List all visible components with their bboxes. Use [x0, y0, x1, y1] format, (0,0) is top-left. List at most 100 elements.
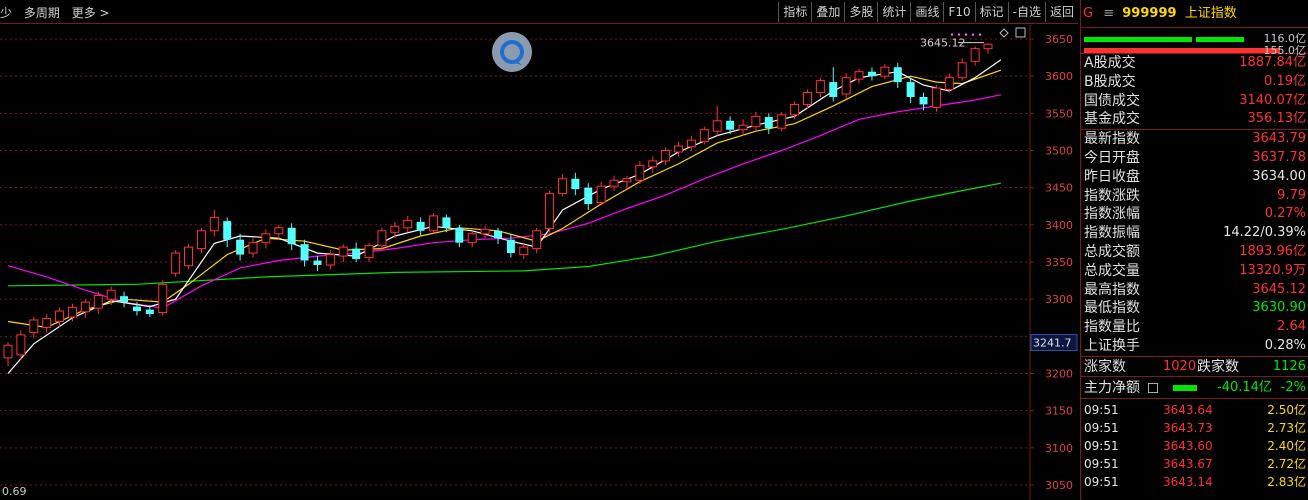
- chat-bubble-icon[interactable]: [492, 32, 532, 72]
- axis-label: 3550: [1045, 107, 1073, 120]
- tick-list: 09:51 3643.64 2.50亿 09:51 3643.73 2.73亿 09:5…: [1081, 397, 1308, 491]
- candle-body-up: [325, 254, 335, 266]
- signal-dot: [978, 33, 982, 36]
- candle-body-up: [158, 283, 168, 314]
- info-label: 总成交量: [1084, 262, 1140, 279]
- indicator-button[interactable]: 指标: [778, 2, 811, 22]
- f10-button[interactable]: F10: [943, 2, 974, 22]
- info-row: A股成交 1887.84亿: [1081, 54, 1308, 73]
- info-label: 国债成交: [1084, 92, 1140, 109]
- info-value: 3140.07亿: [1239, 92, 1306, 108]
- list-icon[interactable]: [1148, 382, 1158, 393]
- candle-body-up: [622, 178, 632, 183]
- up-count-label: 涨家数: [1084, 358, 1126, 375]
- axis-label: 3450: [1045, 182, 1073, 195]
- info-value: 13320.9万: [1239, 262, 1306, 278]
- info-value: 3637.78: [1252, 149, 1306, 165]
- tick-price: 3643.14: [1163, 474, 1213, 489]
- multi-stock-button[interactable]: 多股: [844, 2, 877, 22]
- toolbar-item-multi-period[interactable]: 多周期: [24, 6, 60, 20]
- tick-price: 3643.73: [1163, 420, 1213, 435]
- info-row: 总成交量 13320.9万: [1081, 262, 1308, 281]
- info-row: 最低指数 3630.90: [1081, 299, 1308, 318]
- candle-body-up: [390, 225, 400, 233]
- tick-price: 3643.60: [1163, 438, 1213, 453]
- candle-body-up: [686, 139, 696, 148]
- toolbar-item-more[interactable]: 更多 >: [72, 6, 110, 20]
- toolbar-item-less[interactable]: 少: [0, 6, 12, 20]
- candle-body-up: [557, 178, 567, 195]
- sell-volume-bar: [1084, 48, 1280, 53]
- candle-body-up: [55, 310, 65, 322]
- candle-body-up: [970, 48, 980, 62]
- tick-row: 09:51 3643.60 2.40亿: [1081, 437, 1308, 455]
- window-icon[interactable]: [1015, 27, 1026, 38]
- candle-body-down: [506, 239, 515, 254]
- candle-body-down: [223, 221, 232, 240]
- candle-body-up: [467, 233, 477, 244]
- toolbar-left: 少 多周期 更多 >: [0, 4, 118, 21]
- remove-watchlist-button[interactable]: -自选: [1007, 2, 1045, 22]
- ma5-line: [7, 59, 1002, 374]
- axis-label: 3300: [1045, 293, 1073, 306]
- candle-body-up: [661, 150, 671, 162]
- candle-body-down: [416, 221, 425, 231]
- diamond-icon[interactable]: [999, 28, 1009, 38]
- axis-label: 3200: [1045, 368, 1073, 381]
- axis-label: 3650: [1045, 33, 1073, 46]
- candle-body-up: [777, 114, 787, 129]
- candle-body-up: [93, 294, 103, 309]
- candle-body-up: [790, 103, 800, 116]
- candle-body-up: [699, 129, 709, 143]
- signal-dot: [950, 33, 954, 36]
- tick-time: 09:51: [1084, 474, 1119, 489]
- candle-body-down: [726, 120, 735, 130]
- menu-icon[interactable]: ≡: [1103, 6, 1114, 21]
- market-flag: G: [1083, 6, 1094, 21]
- down-count: 1126: [1272, 358, 1306, 374]
- info-value: 356.13亿: [1247, 111, 1307, 127]
- info-label: 最新指数: [1084, 131, 1140, 148]
- candle-body-up: [16, 334, 26, 356]
- info-label: 指数量比: [1084, 319, 1140, 336]
- candle-body-up: [648, 160, 658, 168]
- ma20-line: [7, 94, 1002, 309]
- candle-body-up: [364, 245, 374, 259]
- kline-chart[interactable]: 3650 3600 3550 3500 3450 3400 3350 3300 3241.7 32…: [0, 25, 1078, 500]
- candle-body-up: [802, 92, 812, 105]
- candle-body-down: [236, 239, 245, 255]
- tick-time: 09:51: [1084, 438, 1119, 453]
- current-price-label: 3241.7: [1033, 337, 1072, 350]
- candle-body-up: [338, 246, 348, 257]
- candle-body-up: [944, 77, 954, 91]
- ma60-line: [7, 182, 1002, 287]
- overlay-button[interactable]: 叠加: [811, 2, 844, 22]
- info-row: 总成交额 1893.96亿: [1081, 243, 1308, 262]
- back-button[interactable]: 返回: [1044, 2, 1078, 22]
- buy-volume-bar-2: [1196, 37, 1244, 42]
- mark-button[interactable]: 标记: [974, 2, 1008, 22]
- axis-label: 3400: [1045, 219, 1073, 232]
- candle-body-up: [751, 115, 761, 128]
- stock-code: 999999: [1122, 6, 1177, 21]
- info-row: 指数涨跌 9.79: [1081, 187, 1308, 206]
- statistics-button[interactable]: 统计: [877, 2, 910, 22]
- info-value: 3634.00: [1252, 168, 1306, 184]
- candle-body-up: [519, 246, 529, 256]
- signal-dot: [964, 33, 968, 36]
- main-flow-bar: [1173, 384, 1197, 391]
- buy-volume-bar: [1084, 37, 1192, 42]
- top-toolbar: 少 多周期 更多 > 指标 叠加 多股 统计 画线 F10 标记 -自选 返回: [0, 0, 1078, 24]
- tick-time: 09:51: [1084, 402, 1119, 417]
- axis-label: 3100: [1045, 442, 1073, 455]
- info-label: A股成交: [1084, 55, 1136, 71]
- ma10-line: [7, 69, 1002, 329]
- tick-time: 09:51: [1084, 420, 1119, 435]
- candle-body-up: [184, 246, 194, 267]
- info-label: 最高指数: [1084, 281, 1140, 298]
- candle-body-up: [196, 230, 206, 250]
- draw-line-button[interactable]: 画线: [910, 2, 943, 22]
- candle-body-up: [957, 62, 967, 79]
- info-row: 国债成交 3140.07亿: [1081, 92, 1308, 111]
- quote-panel: G ≡ 999999 上证指数 116.0亿 155.0亿 A股成交 1887.8…: [1080, 0, 1308, 500]
